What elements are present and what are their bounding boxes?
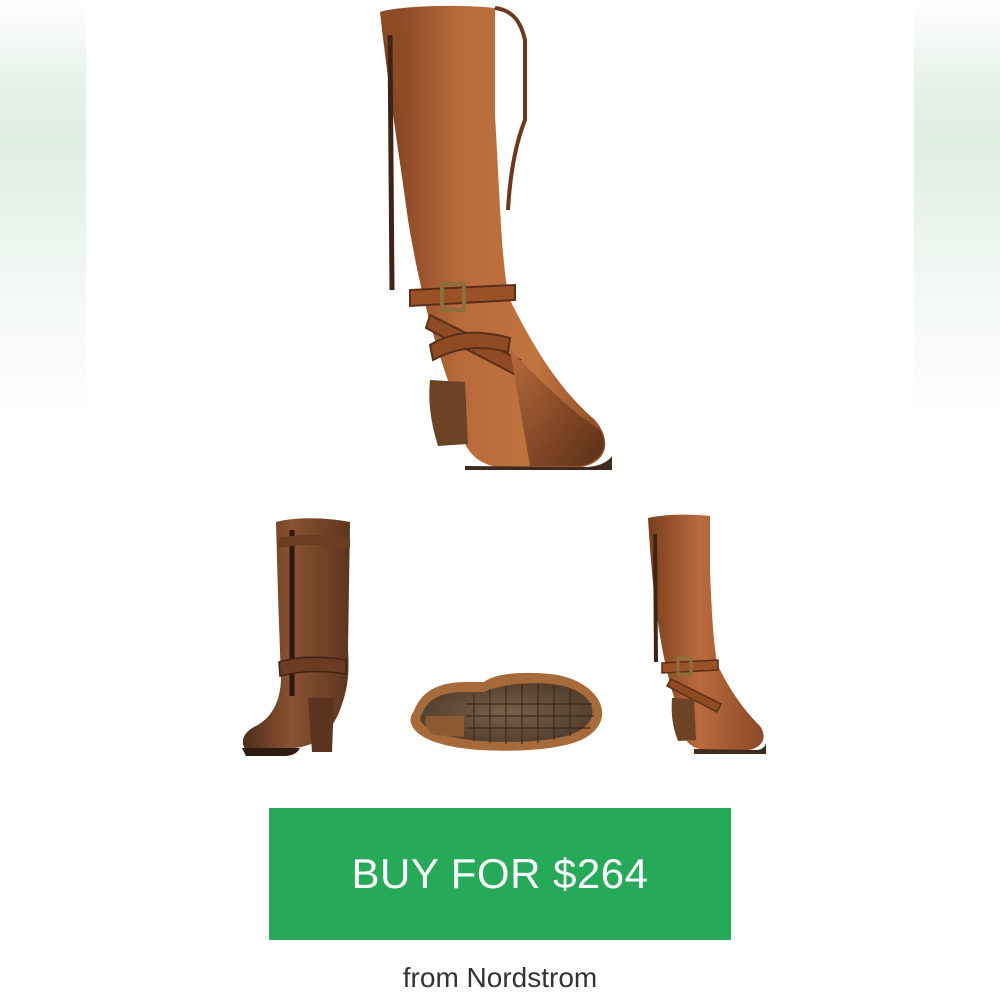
side-boot-heel: [671, 698, 696, 741]
buy-button[interactable]: BUY FOR $264: [269, 808, 731, 940]
main-boot-image[interactable]: [360, 0, 620, 480]
back-boot-sole: [242, 748, 300, 756]
right-background-shade: [914, 0, 1000, 1000]
back-boot-heel: [308, 698, 334, 752]
main-boot-seam: [494, 6, 527, 211]
back-boot-image[interactable]: [238, 510, 363, 760]
side-boot-shaft: [648, 514, 764, 750]
sole-boot-image[interactable]: [404, 664, 609, 764]
retailer-label: from Nordstrom: [402, 962, 598, 993]
back-boot-shaft: [242, 518, 350, 750]
side-boot-image[interactable]: [636, 510, 766, 760]
product-listing-page: BUY FOR $264 from Nordstrom: [0, 0, 1000, 1000]
main-boot-zipper: [387, 34, 395, 291]
side-boot-zipper: [653, 533, 658, 663]
left-background-shade: [0, 0, 86, 1000]
main-boot-shaft: [380, 5, 606, 468]
main-boot-heel: [429, 380, 468, 446]
